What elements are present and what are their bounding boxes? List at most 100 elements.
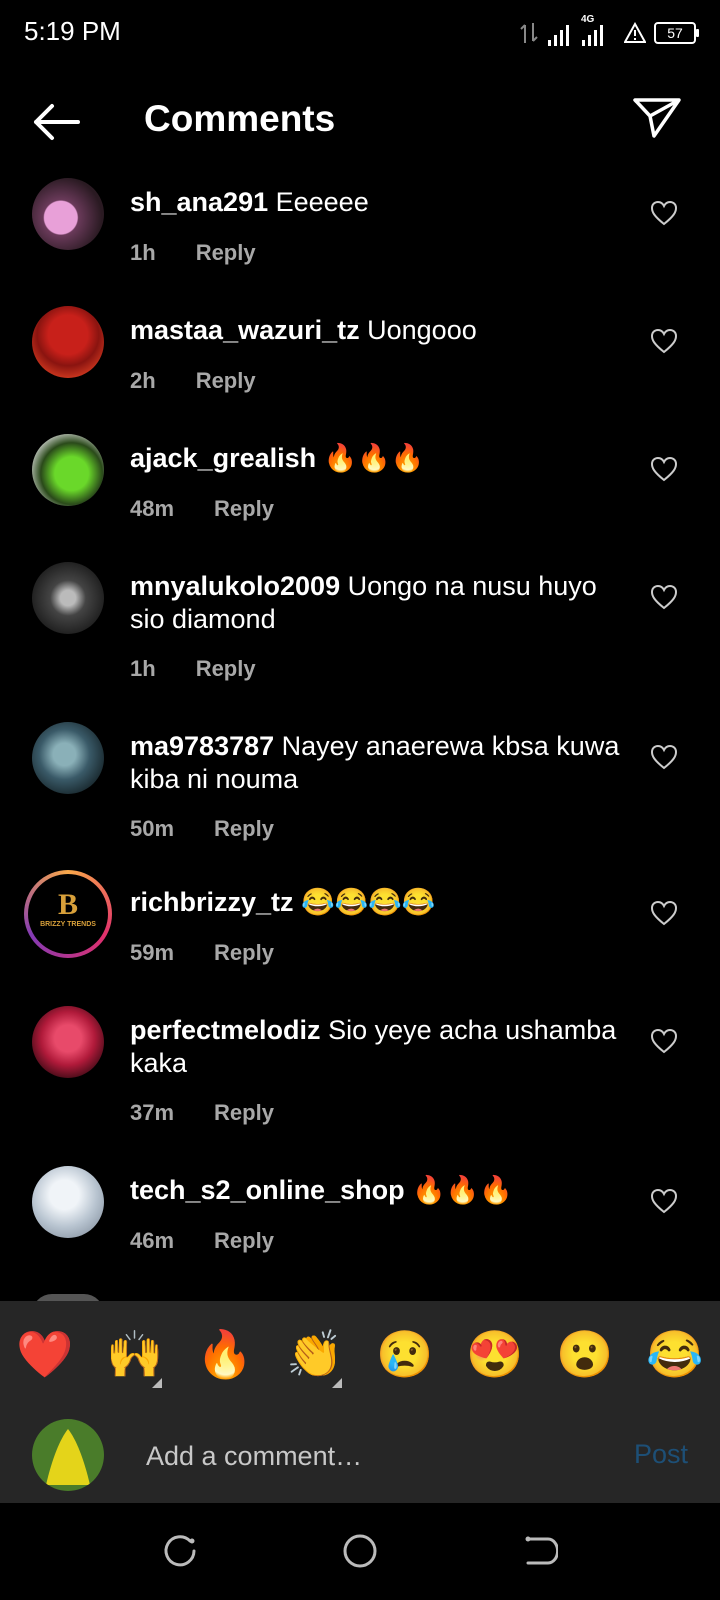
- comment-item: ajack_grealish 🔥🔥🔥 48m Reply: [0, 432, 720, 532]
- comment-time: 1h: [130, 240, 156, 265]
- reaction-fire[interactable]: 🔥: [180, 1327, 270, 1382]
- heart-icon[interactable]: [650, 328, 678, 354]
- home-icon[interactable]: [342, 1533, 378, 1569]
- send-icon[interactable]: [632, 96, 682, 140]
- comment-text: Eeeeee: [275, 187, 369, 217]
- comment-username[interactable]: mastaa_wazuri_tz: [130, 315, 360, 345]
- status-bar: 5:19 PM 4G 57: [0, 0, 720, 64]
- comment-text: 😂😂😂😂: [301, 887, 436, 917]
- comment-meta: 1h Reply: [130, 240, 256, 266]
- heart-icon[interactable]: [650, 1188, 678, 1214]
- comment-time: 1h: [130, 656, 156, 681]
- comment-meta: 2h Reply: [130, 368, 256, 394]
- comment-body: ma9783787 Nayey anaerewa kbsa kuwa kiba …: [130, 730, 630, 796]
- page-title: Comments: [144, 98, 336, 139]
- reaction-surprised[interactable]: 😮: [540, 1327, 630, 1382]
- system-nav-bar: [0, 1503, 720, 1600]
- comment-time: 59m: [130, 940, 175, 965]
- avatar[interactable]: [32, 178, 104, 250]
- recents-icon[interactable]: [162, 1533, 198, 1569]
- comment-text: 🔥🔥🔥: [323, 443, 425, 473]
- comment-username[interactable]: tech_s2_online_shop: [130, 1175, 405, 1205]
- back-nav-icon[interactable]: [522, 1533, 558, 1569]
- reaction-laughing[interactable]: 😂: [630, 1327, 720, 1382]
- comment-meta: 1h Reply: [130, 656, 256, 682]
- comment-item: mastaa_wazuri_tz Uongooo 2h Reply: [0, 304, 720, 404]
- comment-username[interactable]: mnyalukolo2009: [130, 571, 340, 601]
- avatar[interactable]: [32, 306, 104, 378]
- heart-icon[interactable]: [650, 1028, 678, 1054]
- reaction-raised-hands[interactable]: 🙌: [90, 1327, 180, 1388]
- reply-button[interactable]: Reply: [214, 940, 274, 966]
- reply-button[interactable]: Reply: [214, 816, 274, 842]
- back-arrow-icon[interactable]: [30, 102, 84, 142]
- comment-body: tech_s2_online_shop 🔥🔥🔥: [130, 1174, 630, 1207]
- comment-item: mnyalukolo2009 Uongo na nusu huyo sio di…: [0, 560, 720, 690]
- comment-body: mnyalukolo2009 Uongo na nusu huyo sio di…: [130, 570, 630, 636]
- comment-meta: 37m Reply: [130, 1100, 274, 1126]
- avatar: B BRIZZY TRENDS: [28, 874, 108, 954]
- avatar: [32, 1294, 104, 1301]
- comment-time: 46m: [130, 1228, 175, 1253]
- warning-icon: [624, 22, 646, 43]
- reply-button[interactable]: Reply: [196, 656, 256, 682]
- comment-body: sh_ana291 Eeeeee: [130, 186, 630, 219]
- comment-body: mastaa_wazuri_tz Uongooo: [130, 314, 630, 347]
- reaction-heart[interactable]: ❤️: [0, 1327, 90, 1382]
- reaction-sad[interactable]: 😢: [360, 1327, 450, 1382]
- comment-item-partial: [0, 1294, 720, 1301]
- comment-meta: 50m Reply: [130, 816, 274, 842]
- comment-body: ajack_grealish 🔥🔥🔥: [130, 442, 630, 475]
- post-button[interactable]: Post: [634, 1439, 688, 1470]
- comment-text: Uongooo: [367, 315, 477, 345]
- comment-username[interactable]: ma9783787: [130, 731, 274, 761]
- comment-item: tech_s2_online_shop 🔥🔥🔥 46m Reply: [0, 1164, 720, 1264]
- reply-button[interactable]: Reply: [196, 240, 256, 266]
- comment-time: 37m: [130, 1100, 175, 1125]
- skin-tone-indicator: [332, 1377, 342, 1388]
- comment-time: 50m: [130, 816, 175, 841]
- comment-item: ma9783787 Nayey anaerewa kbsa kuwa kiba …: [0, 720, 720, 850]
- avatar[interactable]: [32, 722, 104, 794]
- comment-username[interactable]: ajack_grealish: [130, 443, 316, 473]
- avatar[interactable]: [32, 1166, 104, 1238]
- comment-username[interactable]: sh_ana291: [130, 187, 268, 217]
- brizzy-logo: B BRIZZY TRENDS: [40, 888, 96, 928]
- heart-icon[interactable]: [650, 200, 678, 226]
- comment-input[interactable]: [144, 1433, 578, 1479]
- status-icons: 4G 57: [520, 14, 699, 48]
- comment-item: B BRIZZY TRENDS richbrizzy_tz 😂😂😂😂 59m R…: [0, 870, 720, 986]
- comment-item: perfectmelodiz Sio yeye acha ushamba kak…: [0, 1004, 720, 1134]
- reply-button[interactable]: Reply: [196, 368, 256, 394]
- svg-text:B: B: [58, 888, 78, 921]
- battery-icon: 57: [654, 22, 699, 44]
- network-type-label: 4G: [581, 14, 595, 25]
- comment-meta: 48m Reply: [130, 496, 274, 522]
- avatar[interactable]: [32, 434, 104, 506]
- comment-item: sh_ana291 Eeeeee 1h Reply: [0, 176, 720, 276]
- comment-composer: Post: [0, 1407, 720, 1503]
- comment-time: 2h: [130, 368, 156, 393]
- heart-icon[interactable]: [650, 900, 678, 926]
- avatar[interactable]: [32, 1006, 104, 1078]
- reaction-clap[interactable]: 👏: [270, 1327, 360, 1388]
- skin-tone-indicator: [152, 1377, 162, 1388]
- heart-icon[interactable]: [650, 456, 678, 482]
- reply-button[interactable]: Reply: [214, 496, 274, 522]
- avatar[interactable]: [32, 562, 104, 634]
- header: Comments: [0, 80, 720, 160]
- reply-button[interactable]: Reply: [214, 1228, 274, 1254]
- avatar-story-ring[interactable]: B BRIZZY TRENDS: [24, 870, 112, 958]
- comment-username[interactable]: richbrizzy_tz: [130, 887, 294, 917]
- comment-time: 48m: [130, 496, 175, 521]
- signal-icons: 4G: [546, 14, 616, 46]
- comment-username[interactable]: perfectmelodiz: [130, 1015, 321, 1045]
- reply-button[interactable]: Reply: [214, 1100, 274, 1126]
- comment-meta: 59m Reply: [130, 940, 274, 966]
- reaction-heart-eyes[interactable]: 😍: [450, 1327, 540, 1382]
- quick-reactions-bar: ❤️ 🙌 🔥 👏 😢 😍 😮 😂: [0, 1301, 720, 1407]
- heart-icon[interactable]: [650, 744, 678, 770]
- heart-icon[interactable]: [650, 584, 678, 610]
- status-time: 5:19 PM: [24, 16, 121, 46]
- comments-list[interactable]: sh_ana291 Eeeeee 1h Reply mastaa_wazuri_…: [0, 160, 720, 1301]
